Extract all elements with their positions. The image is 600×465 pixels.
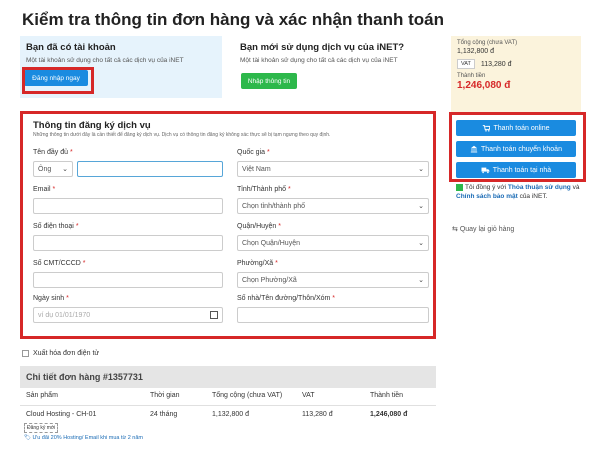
form-title: Thông tin đăng ký dịch vụ	[33, 120, 151, 131]
invoice-label: Xuất hóa đơn điện tử	[33, 350, 100, 357]
new-user-card-desc: Một tài khoản sử dụng cho tất cả các dịc…	[240, 57, 398, 64]
new-registration-tag: Đăng ký mới	[24, 423, 59, 433]
col-vat: VAT	[302, 392, 315, 399]
login-card-desc: Một tài khoản sử dụng cho tất cả các dịc…	[26, 57, 184, 64]
chevron-down-icon: ⌄	[418, 240, 424, 247]
address-input[interactable]	[237, 307, 429, 323]
province-label: Tỉnh/Thành phố *	[237, 186, 291, 193]
page-title: Kiểm tra thông tin đơn hàng và xác nhận …	[22, 10, 444, 29]
subtotal-label: Tổng cộng (chưa VAT)	[457, 40, 518, 46]
dob-label: Ngày sinh *	[33, 295, 69, 302]
agree-prefix: Tôi đồng ý với	[465, 184, 508, 192]
row-vat: 113,280 đ	[302, 411, 333, 418]
subtotal-value: 1,132,800 đ	[457, 48, 494, 55]
pay-home-label: Thanh toán tại nhà	[492, 166, 552, 174]
back-to-cart-link[interactable]: ⇆ Quay lại giỏ hàng	[452, 225, 514, 233]
pay-online-button[interactable]: Thanh toán online	[456, 120, 576, 136]
pay-transfer-button[interactable]: Thanh toán chuyển khoản	[456, 141, 576, 157]
order-summary: Tổng cộng (chưa VAT) 1,132,800 đ VAT 113…	[451, 36, 581, 112]
id-input[interactable]	[33, 272, 223, 288]
chevron-down-icon: ⌄	[418, 277, 424, 284]
truck-icon	[481, 167, 490, 174]
terms-link[interactable]: Thỏa thuận sử dụng	[508, 184, 571, 191]
row-period: 24 tháng	[150, 411, 178, 418]
phone-input[interactable]	[33, 235, 223, 251]
fullname-input[interactable]	[77, 161, 223, 177]
chevron-down-icon: ⌄	[418, 166, 424, 173]
chevron-down-icon: ⌄	[62, 166, 68, 173]
login-card-title: Bạn đã có tài khoản	[26, 42, 116, 53]
email-label: Email *	[33, 186, 56, 193]
chevron-down-icon: ⌄	[418, 203, 424, 210]
privacy-link[interactable]: Chính sách bảo mật	[456, 193, 518, 200]
pay-online-label: Thanh toán online	[493, 124, 550, 132]
total-label: Thành tiền	[457, 73, 486, 79]
back-icon: ⇆	[452, 226, 460, 233]
col-product: Sản phẩm	[26, 392, 58, 399]
total-value: 1,246,080 đ	[457, 80, 511, 91]
cart-icon	[483, 125, 491, 132]
country-select[interactable]: Việt Nam ⌄	[237, 161, 429, 177]
agree-checkbox[interactable]	[456, 184, 463, 191]
ward-select[interactable]: Chọn Phường/Xã ⌄	[237, 272, 429, 288]
email-input[interactable]	[33, 198, 223, 214]
col-subtotal: Tổng cộng (chưa VAT)	[212, 392, 283, 399]
pay-transfer-label: Thanh toán chuyển khoản	[481, 145, 562, 153]
id-label: Số CMT/CCCD *	[33, 260, 86, 267]
registration-form: Thông tin đăng ký dịch vụ Những thông ti…	[20, 111, 436, 339]
address-label: Số nhà/Tên đường/Thôn/Xóm *	[237, 295, 336, 302]
calendar-icon[interactable]	[210, 311, 218, 319]
province-select[interactable]: Chọn tỉnh/thành phố ⌄	[237, 198, 429, 214]
salutation-select[interactable]: Ông ⌄	[33, 161, 73, 177]
district-label: Quận/Huyện *	[237, 223, 281, 230]
fullname-label: Tên đầy đủ *	[33, 149, 73, 156]
new-user-card: Bạn mới sử dụng dịch vụ của iNET? Một tà…	[234, 36, 438, 98]
dob-input[interactable]: ví dụ 01/01/1970	[33, 307, 223, 323]
bank-icon	[470, 145, 478, 153]
vat-label: VAT	[457, 59, 475, 69]
highlight-login	[22, 67, 94, 94]
country-label: Quốc gia *	[237, 149, 270, 156]
row-subtotal: 1,132,800 đ	[212, 411, 249, 418]
table-divider	[20, 405, 436, 406]
promo-note: 🏷 Ưu đãi 20% Hosting/ Email khi mua từ 2…	[24, 435, 143, 441]
row-product: Cloud Hosting - CH-01	[26, 411, 97, 418]
col-period: Thời gian	[150, 392, 180, 399]
vat-value: 113,280 đ	[480, 60, 512, 68]
col-total: Thành tiền	[370, 392, 404, 399]
agree-and: và	[570, 184, 580, 192]
district-select[interactable]: Chọn Quận/Huyện ⌄	[237, 235, 429, 251]
agree-suffix: của iNET.	[517, 192, 548, 200]
new-user-card-title: Bạn mới sử dụng dịch vụ của iNET?	[240, 42, 405, 53]
back-to-cart-label: Quay lại giỏ hàng	[459, 226, 515, 233]
ward-label: Phường/Xã *	[237, 260, 278, 267]
tag-icon: 🏷	[24, 435, 33, 441]
terms-agreement: Tôi đồng ý với Thỏa thuận sử dụng và Chí…	[456, 184, 584, 201]
invoice-option[interactable]: Xuất hóa đơn điện tử	[22, 350, 99, 357]
phone-label: Số điện thoại *	[33, 223, 79, 230]
row-total: 1,246,080 đ	[370, 411, 408, 418]
enter-info-button[interactable]: Nhập thông tin	[241, 73, 297, 89]
order-details-title: Chi tiết đơn hàng #1357731	[20, 366, 436, 388]
pay-home-button[interactable]: Thanh toán tại nhà	[456, 162, 576, 178]
form-desc: Những thông tin dưới đây là cần thiết để…	[33, 132, 331, 138]
invoice-checkbox[interactable]	[22, 350, 29, 357]
